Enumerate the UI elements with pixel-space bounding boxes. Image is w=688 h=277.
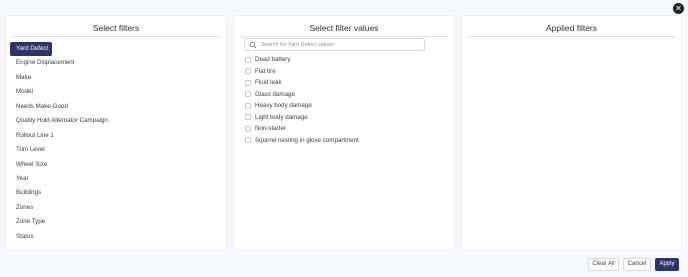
filter-item[interactable]: Year [10,172,224,186]
filter-item[interactable]: Model [10,85,224,99]
clear-all-button[interactable]: Clear All [588,258,619,271]
value-item[interactable]: Flat tire [245,66,445,78]
divider [11,36,221,37]
filter-item[interactable]: Make [10,71,224,85]
value-label: Light body damage [255,113,308,121]
filter-item[interactable]: Wheel Size [10,158,224,172]
search-box[interactable] [244,38,425,51]
value-item[interactable]: Squirrel nesting in glove compartment [245,135,445,147]
select-values-panel: Select filter values Dead battery Flat ti… [233,15,455,250]
checkbox[interactable] [245,102,251,109]
value-item[interactable]: Light body damage [245,112,445,124]
checkbox[interactable] [245,68,251,75]
close-icon[interactable]: ✕ [673,3,684,14]
applied-filters-panel: Applied filters [461,15,682,250]
filter-item[interactable]: Status [10,230,224,244]
value-item[interactable]: Glass damage [245,89,445,101]
filter-item[interactable]: Zone Type [10,215,224,229]
select-filters-title: Select filters [92,23,140,33]
apply-button[interactable]: Apply [655,258,679,271]
checkbox[interactable] [245,114,251,121]
value-label: Non-starter [255,125,286,133]
filter-item[interactable]: Needs Make-Good [10,100,224,114]
checkbox[interactable] [245,91,251,98]
value-label: Glass damage [255,90,295,98]
filter-item[interactable]: Trim Level [10,143,224,157]
cancel-button[interactable]: Cancel [623,258,651,271]
filter-item[interactable]: Yard Defect [10,42,52,57]
value-label: Flat tire [255,67,276,75]
checkbox[interactable] [245,137,251,144]
value-item[interactable]: Fluid leak [245,77,445,89]
filter-list: Yard Defect Engine Displacement Make Model N… [10,42,224,244]
value-item[interactable]: Dead battery [245,54,445,66]
value-list: Dead battery Flat tire Fluid leak Glass dam… [245,54,445,146]
value-item[interactable]: Heavy body damage [245,100,445,112]
search-icon [249,41,257,48]
divider [467,36,676,37]
checkbox[interactable] [245,56,251,63]
checkbox[interactable] [245,125,251,132]
filter-item[interactable]: Buildings [10,186,224,200]
applied-filters-title: Applied filters [545,23,598,33]
checkbox[interactable] [245,79,251,86]
filter-item[interactable]: Zones [10,201,224,215]
value-item[interactable]: Non-starter [245,123,445,135]
value-label: Squirrel nesting in glove compartment [255,136,359,144]
filter-item[interactable]: Rollout Line 1 [10,129,224,143]
search-input[interactable] [261,41,421,48]
select-filters-panel: Select filters Yard Defect Engine Displac… [5,15,227,250]
value-label: Heavy body damage [255,102,312,110]
value-label: Fluid leak [255,79,282,87]
select-values-title: Select filter values [309,23,379,33]
divider [239,36,449,37]
filter-item[interactable]: Engine Displacement [10,56,224,70]
filter-item[interactable]: Quality Hold Alternator Campaign [10,114,224,128]
value-label: Dead battery [255,56,291,64]
